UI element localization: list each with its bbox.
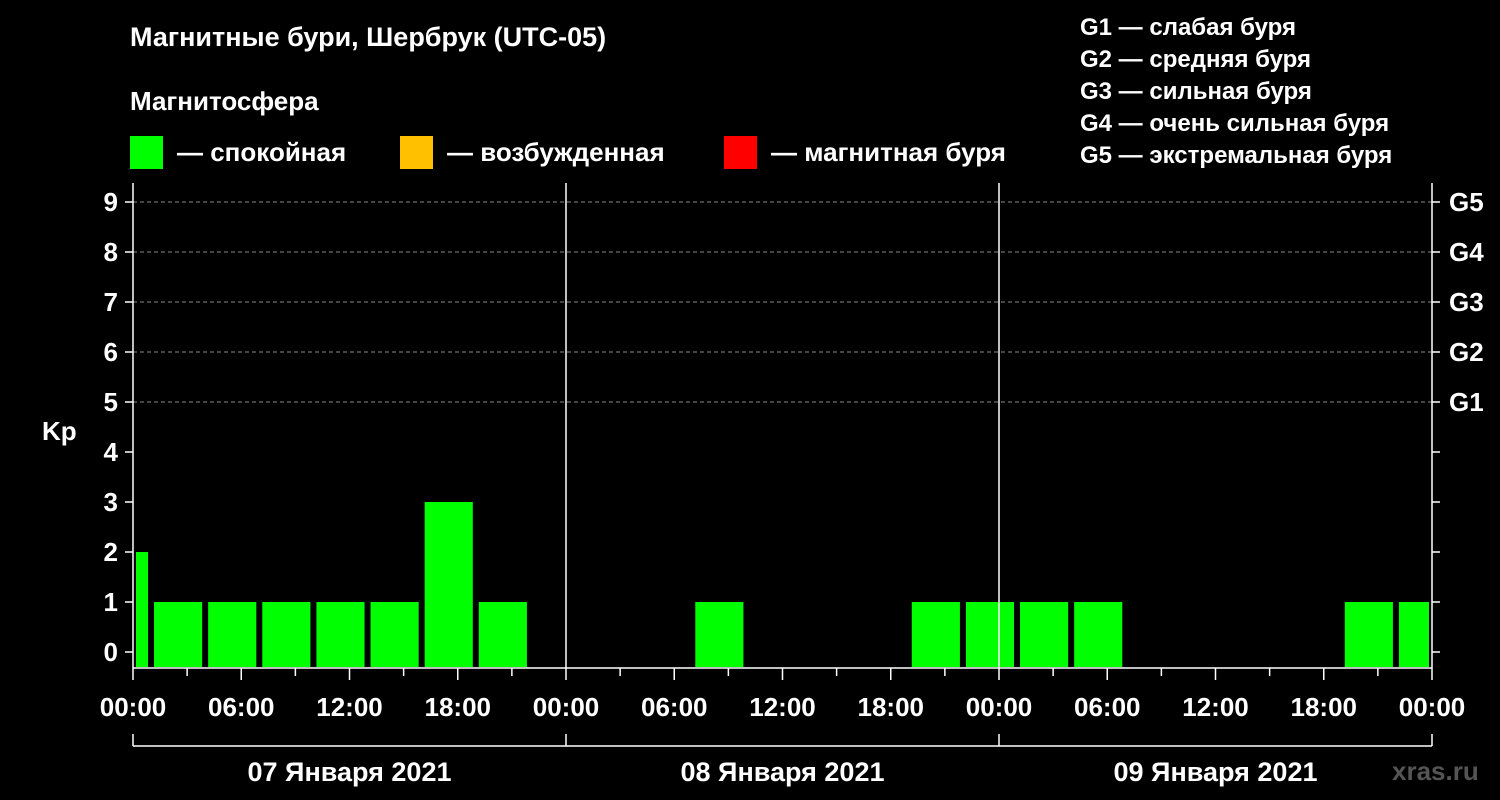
y-tick-label: 3: [104, 487, 118, 517]
g-level-label: G1: [1449, 387, 1484, 417]
g-level-label: G2: [1449, 337, 1484, 367]
day-label: 08 Января 2021: [681, 757, 885, 787]
kp-bar: [136, 552, 149, 667]
kp-chart: 0 1 2 3 4 5 6 7 8 9 G1 G2 G3 G4 G5 Kp 00:00 06:00 12:00 18:…: [42, 183, 1484, 787]
x-tick-label: 06:00: [1074, 692, 1141, 722]
x-tick-label: 12:00: [749, 692, 816, 722]
x-tick-label: 18:00: [858, 692, 925, 722]
y-tick-label: 6: [104, 337, 118, 367]
kp-bar: [1344, 602, 1393, 667]
kp-bar: [1074, 602, 1123, 667]
kp-bar: [1398, 602, 1429, 667]
kp-bar: [262, 602, 311, 667]
day-label: 07 Января 2021: [248, 757, 452, 787]
x-tick-label: 18:00: [1291, 692, 1358, 722]
x-tick-label: 12:00: [316, 692, 383, 722]
g-level-label: G5: [1449, 187, 1484, 217]
kp-bar: [695, 602, 744, 667]
y-tick-label: 4: [104, 437, 119, 467]
y-tick-label: 5: [104, 387, 118, 417]
y-tick-label: 8: [104, 237, 118, 267]
y-axis-label: Kp: [42, 416, 77, 446]
kp-bar: [154, 602, 203, 667]
watermark: xras.ru: [1392, 756, 1479, 786]
x-tick-label: 06:00: [208, 692, 275, 722]
kp-bar: [911, 602, 960, 667]
x-tick-label: 06:00: [641, 692, 708, 722]
kp-bar: [208, 602, 257, 667]
x-tick-label: 00:00: [533, 692, 600, 722]
kp-bar: [965, 602, 1015, 667]
kp-bar: [370, 602, 419, 667]
y-tick-label: 9: [104, 187, 118, 217]
kp-bar: [478, 602, 527, 667]
kp-bar: [1020, 602, 1069, 667]
x-tick-label: 00:00: [1399, 692, 1466, 722]
x-tick-label: 18:00: [425, 692, 492, 722]
kp-bar: [424, 502, 473, 667]
day-label: 09 Января 2021: [1114, 757, 1318, 787]
kp-bar: [316, 602, 365, 667]
g-level-label: G3: [1449, 287, 1484, 317]
y-tick-label: 2: [104, 537, 118, 567]
x-tick-label: 00:00: [100, 692, 167, 722]
x-tick-label: 12:00: [1182, 692, 1249, 722]
x-tick-label: 00:00: [966, 692, 1033, 722]
y-tick-label: 0: [104, 637, 118, 667]
y-tick-label: 1: [104, 587, 118, 617]
y-tick-label: 7: [104, 287, 118, 317]
g-level-label: G4: [1449, 237, 1484, 267]
